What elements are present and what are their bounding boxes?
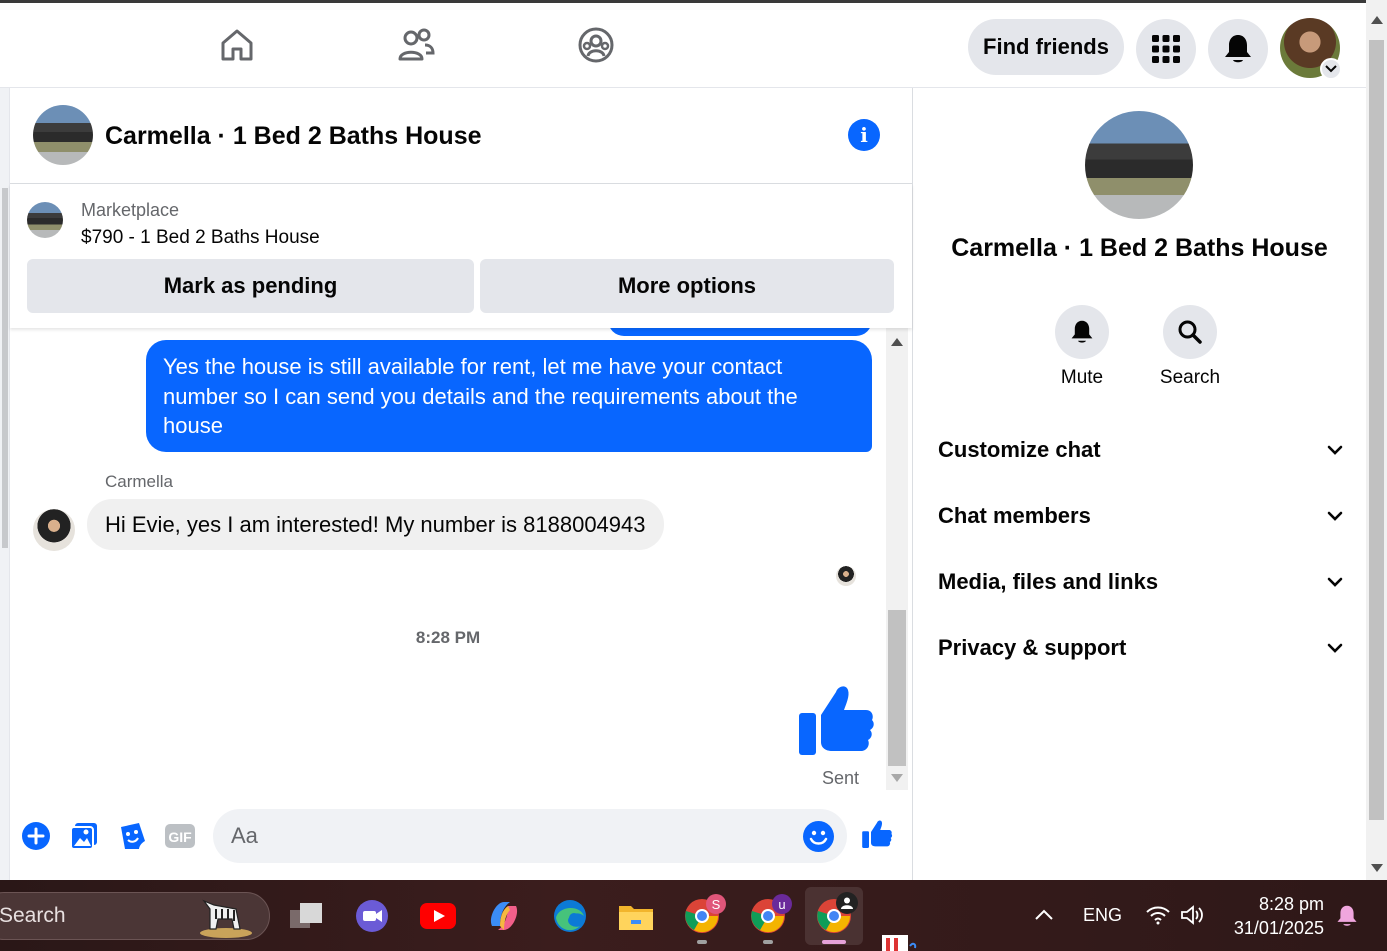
svg-text:GIF: GIF bbox=[168, 829, 192, 845]
search-icon bbox=[1163, 305, 1217, 359]
section-label: Chat members bbox=[938, 503, 1091, 528]
bell-icon bbox=[1055, 305, 1109, 359]
send-like-icon[interactable] bbox=[861, 818, 893, 850]
zebra-icon bbox=[200, 899, 252, 938]
emoji-icon[interactable] bbox=[803, 821, 834, 852]
chevron-up-icon[interactable] bbox=[1034, 908, 1054, 927]
chevron-down-icon bbox=[1327, 643, 1343, 653]
message-composer: GIF bbox=[10, 790, 912, 880]
section-customize-chat[interactable]: Customize chat bbox=[938, 425, 1343, 475]
volume-icon[interactable] bbox=[1180, 904, 1206, 931]
friends-icon[interactable] bbox=[396, 25, 436, 65]
search-button[interactable]: Search bbox=[1140, 305, 1240, 389]
partial-app-icon bbox=[882, 932, 918, 951]
notifications-button[interactable] bbox=[1208, 19, 1268, 79]
messages-scrollbar[interactable] bbox=[886, 328, 908, 790]
read-receipt-avatar bbox=[836, 566, 856, 586]
more-options-button[interactable]: More options bbox=[480, 259, 894, 313]
chat-title[interactable]: Carmella · 1 Bed 2 Baths House bbox=[105, 122, 482, 151]
outgoing-message-bubble[interactable]: Yes the house is still available for ren… bbox=[146, 340, 872, 452]
marketplace-listing-panel: Marketplace $790 - 1 Bed 2 Baths House M… bbox=[10, 184, 912, 328]
wifi-icon[interactable] bbox=[1145, 905, 1171, 930]
left-scrollbar-thumb[interactable] bbox=[2, 188, 8, 548]
message-list: Yes the house is still available for ren… bbox=[10, 328, 886, 790]
groups-icon[interactable] bbox=[576, 25, 616, 65]
copilot-icon[interactable] bbox=[485, 897, 523, 935]
sender-avatar[interactable] bbox=[33, 509, 75, 551]
marketplace-label: Marketplace bbox=[81, 200, 180, 220]
person-icon bbox=[836, 892, 858, 914]
messages-scrollbar-thumb[interactable] bbox=[888, 610, 906, 766]
search-label: Search bbox=[1159, 367, 1221, 388]
chat-header: Carmella · 1 Bed 2 Baths House i bbox=[10, 88, 912, 184]
mark-as-pending-button[interactable]: Mark as pending bbox=[27, 259, 474, 313]
chrome-profile-badge: u bbox=[772, 894, 792, 914]
file-explorer-icon[interactable] bbox=[617, 897, 655, 935]
section-label: Privacy & support bbox=[938, 635, 1127, 660]
previous-message-bubble[interactable] bbox=[608, 328, 872, 336]
chrome-profile-badge: S bbox=[706, 894, 726, 914]
section-media-files-links[interactable]: Media, files and links bbox=[938, 557, 1343, 607]
chevron-down-icon bbox=[1327, 511, 1343, 521]
language-indicator[interactable]: ENG bbox=[1083, 905, 1122, 926]
info-name: Carmella · 1 Bed 2 Baths House bbox=[951, 234, 1328, 262]
thumbs-up-icon[interactable] bbox=[796, 680, 876, 760]
section-label: Media, files and links bbox=[938, 569, 1159, 594]
running-indicator bbox=[697, 940, 707, 944]
incoming-message-bubble[interactable]: Hi Evie, yes I am interested! My number … bbox=[87, 499, 664, 550]
info-icon[interactable]: i bbox=[848, 119, 880, 151]
photo-icon[interactable] bbox=[68, 820, 100, 852]
scroll-up-arrow-icon[interactable] bbox=[891, 338, 903, 346]
section-privacy-support[interactable]: Privacy & support bbox=[938, 623, 1343, 673]
taskbar-search-label: Search bbox=[0, 904, 66, 927]
clock-date[interactable]: 31/01/2025 bbox=[1224, 918, 1324, 939]
windows-taskbar: Search S u ENG 8:28 pm 31/01/2025 bbox=[0, 880, 1387, 951]
sticker-icon[interactable] bbox=[116, 820, 148, 852]
listing-title[interactable]: $790 - 1 Bed 2 Baths House bbox=[81, 227, 320, 249]
browser-scrollbar[interactable] bbox=[1366, 0, 1387, 880]
listing-thumbnail[interactable] bbox=[27, 202, 63, 238]
mute-label: Mute bbox=[1060, 367, 1104, 388]
bell-icon bbox=[1225, 35, 1251, 63]
chevron-down-icon[interactable] bbox=[1320, 58, 1342, 80]
gif-icon[interactable]: GIF bbox=[164, 820, 196, 852]
incoming-message-text: Hi Evie, yes I am interested! My number … bbox=[105, 511, 646, 537]
chat-avatar[interactable] bbox=[33, 105, 93, 165]
youtube-icon[interactable] bbox=[419, 897, 457, 935]
scroll-down-arrow-icon[interactable] bbox=[891, 774, 903, 782]
taskbar-search[interactable]: Search bbox=[0, 892, 270, 940]
grid-menu-icon bbox=[1152, 35, 1180, 63]
info-avatar[interactable] bbox=[1085, 111, 1193, 219]
sender-name: Carmella bbox=[105, 472, 174, 491]
conversation-info-panel: Carmella · 1 Bed 2 Baths House Mute Sear… bbox=[913, 88, 1366, 880]
mute-button[interactable]: Mute bbox=[1032, 305, 1132, 389]
notification-bell-icon[interactable] bbox=[1336, 904, 1358, 933]
section-label: Customize chat bbox=[938, 437, 1101, 462]
sent-status: Sent bbox=[822, 768, 860, 788]
chevron-down-icon bbox=[1327, 577, 1343, 587]
message-input[interactable] bbox=[213, 809, 847, 863]
top-navigation-bar: Find friends bbox=[0, 0, 1366, 88]
time-separator: 8:28 PM bbox=[415, 628, 481, 647]
edge-icon[interactable] bbox=[551, 897, 589, 935]
scroll-up-arrow-icon[interactable] bbox=[1371, 16, 1383, 24]
scroll-down-arrow-icon[interactable] bbox=[1371, 864, 1383, 872]
meet-app-icon[interactable] bbox=[353, 897, 391, 935]
clock-time[interactable]: 8:28 pm bbox=[1240, 894, 1324, 915]
find-friends-button[interactable]: Find friends bbox=[968, 19, 1124, 75]
scrollbar-thumb[interactable] bbox=[1369, 40, 1384, 820]
task-view-icon[interactable] bbox=[287, 897, 325, 935]
section-chat-members[interactable]: Chat members bbox=[938, 491, 1343, 541]
plus-circle-icon[interactable] bbox=[20, 820, 52, 852]
running-indicator bbox=[763, 940, 773, 944]
chevron-down-icon bbox=[1327, 445, 1343, 455]
menu-button[interactable] bbox=[1136, 19, 1196, 79]
active-indicator bbox=[822, 940, 846, 944]
home-icon[interactable] bbox=[217, 25, 257, 65]
left-panel-edge bbox=[0, 88, 10, 880]
